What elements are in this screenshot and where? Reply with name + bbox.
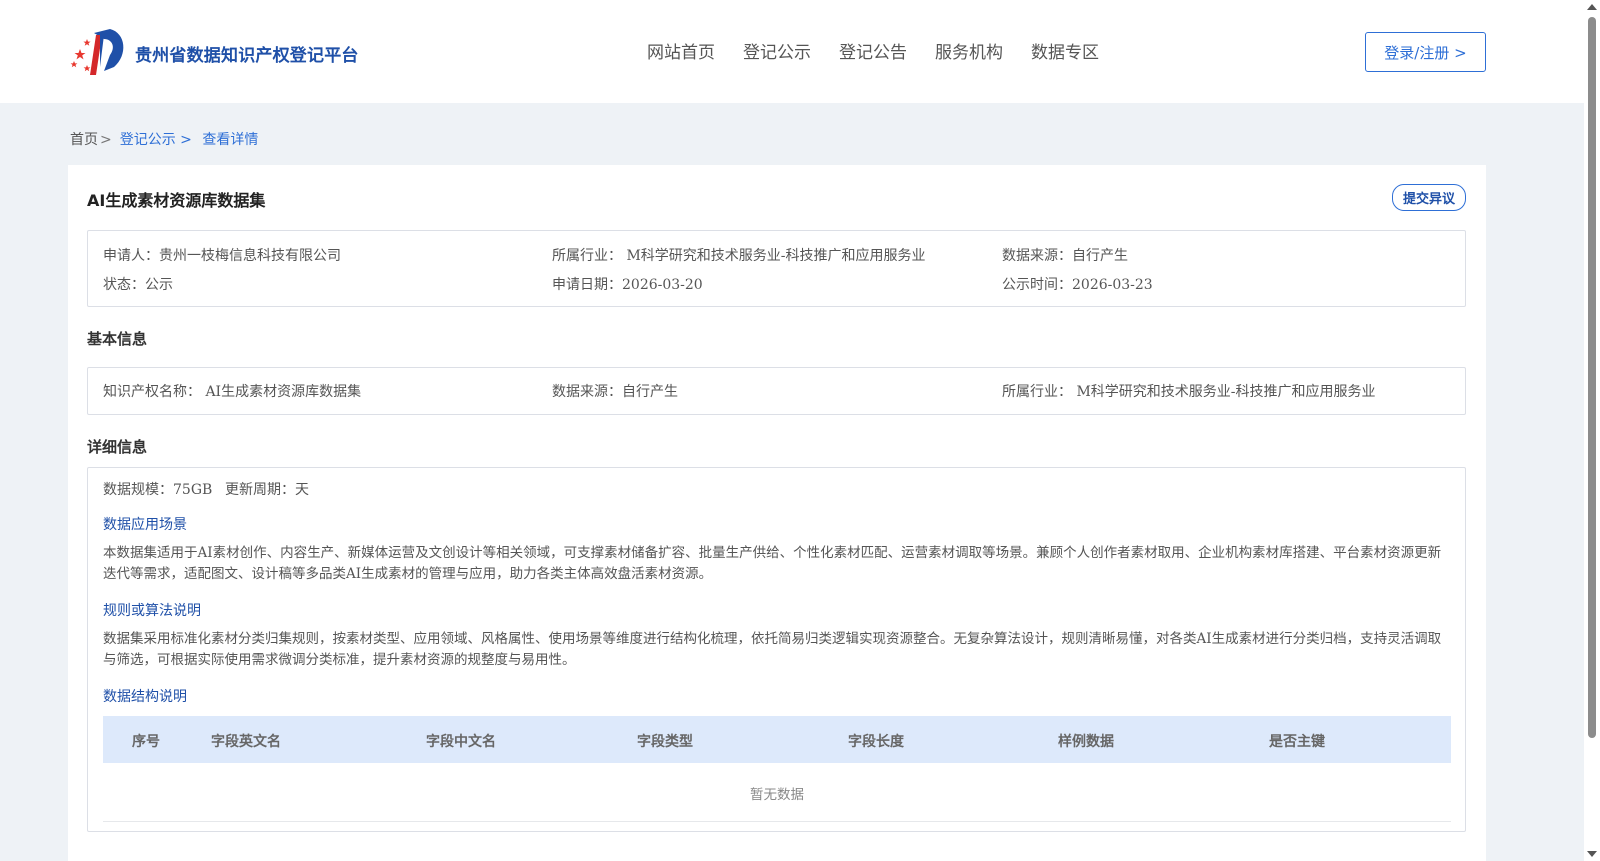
th-field-cn: 字段中文名 bbox=[426, 734, 496, 750]
main-nav: 网站首页 登记公示 登记公告 服务机构 数据专区 bbox=[647, 38, 1127, 63]
submit-objection-button[interactable]: 提交异议 bbox=[1392, 184, 1466, 211]
ip-name-text: 知识产权名称： AI生成素材资源库数据集 bbox=[103, 384, 362, 400]
basic-data-source-text: 数据来源：自行产生 bbox=[552, 384, 678, 400]
apply-date-text: 申请日期：2026-03-20 bbox=[552, 277, 703, 293]
update-cycle-text: 更新周期：天 bbox=[225, 482, 309, 498]
th-primary-key: 是否主键 bbox=[1269, 734, 1325, 750]
th-index: 序号 bbox=[132, 734, 160, 750]
applicant-text: 申请人：贵州一枝梅信息科技有限公司 bbox=[103, 248, 341, 264]
summary-row-2: 状态：公示 申请日期：2026-03-20 公示时间：2026-03-23 bbox=[103, 274, 1453, 294]
login-register-button[interactable]: 登录/注册 > bbox=[1365, 32, 1486, 72]
top-header: 贵州省数据知识产权登记平台 网站首页 登记公示 登记公告 服务机构 数据专区 登… bbox=[0, 0, 1584, 103]
nav-item-data-zone[interactable]: 数据专区 bbox=[1031, 38, 1099, 63]
scroll-down-icon[interactable] bbox=[1587, 851, 1597, 857]
breadcrumb-view-detail[interactable]: 查看详情 bbox=[202, 132, 258, 148]
breadcrumb: 首页 > 登记公示 > 查看详情 bbox=[70, 129, 258, 149]
nav-item-registration-publicity[interactable]: 登记公示 bbox=[743, 38, 811, 63]
scroll-up-icon[interactable] bbox=[1587, 4, 1597, 10]
summary-row-1: 申请人：贵州一枝梅信息科技有限公司 所属行业： M科学研究和技术服务业-科技推广… bbox=[103, 245, 1453, 265]
th-field-type: 字段类型 bbox=[637, 734, 693, 750]
basic-info-row: 知识产权名称： AI生成素材资源库数据集 数据来源：自行产生 所属行业： M科学… bbox=[103, 381, 1453, 401]
breadcrumb-home[interactable]: 首页 bbox=[70, 132, 98, 148]
detail-info-heading: 详细信息 bbox=[87, 438, 148, 456]
page-scrollbar[interactable] bbox=[1584, 0, 1600, 861]
scrollbar-thumb[interactable] bbox=[1588, 17, 1596, 738]
detail-info-box: 数据规模：75GB 更新周期：天 数据应用场景 本数据集适用于AI素材创作、内容… bbox=[87, 467, 1466, 832]
basic-info-box: 知识产权名称： AI生成素材资源库数据集 数据来源：自行产生 所属行业： M科学… bbox=[87, 367, 1466, 415]
rules-heading: 规则或算法说明 bbox=[103, 603, 201, 619]
th-sample-data: 样例数据 bbox=[1058, 734, 1114, 750]
breadcrumb-registration-publicity[interactable]: 登记公示 > bbox=[120, 132, 192, 148]
status-text: 状态：公示 bbox=[103, 277, 173, 293]
breadcrumb-separator: > bbox=[100, 132, 112, 148]
scenario-text: 本数据集适用于AI素材创作、内容生产、新媒体运营及文创设计等相关领域，可支撑素材… bbox=[103, 545, 1442, 582]
nav-item-home[interactable]: 网站首页 bbox=[647, 38, 715, 63]
data-scale-text: 数据规模：75GB bbox=[103, 482, 213, 498]
data-source-text: 数据来源：自行产生 bbox=[1002, 248, 1128, 264]
industry-text: 所属行业： M科学研究和技术服务业-科技推广和应用服务业 bbox=[552, 248, 926, 264]
publish-date-text: 公示时间：2026-03-23 bbox=[1002, 277, 1153, 293]
site-title[interactable]: 贵州省数据知识产权登记平台 bbox=[135, 41, 359, 66]
empty-table-text: 暂无数据 bbox=[103, 764, 1451, 822]
summary-box: 申请人：贵州一枝梅信息科技有限公司 所属行业： M科学研究和技术服务业-科技推广… bbox=[87, 230, 1466, 307]
basic-industry-text: 所属行业： M科学研究和技术服务业-科技推广和应用服务业 bbox=[1002, 384, 1376, 400]
th-field-length: 字段长度 bbox=[848, 734, 904, 750]
nav-item-service-agencies[interactable]: 服务机构 bbox=[935, 38, 1003, 63]
detail-card: AI生成素材资源库数据集 提交异议 申请人：贵州一枝梅信息科技有限公司 所属行业… bbox=[68, 165, 1486, 861]
structure-table-header: 序号 字段英文名 字段中文名 字段类型 字段长度 样例数据 是否主键 bbox=[103, 716, 1451, 763]
basic-info-heading: 基本信息 bbox=[87, 330, 148, 348]
scale-row: 数据规模：75GB 更新周期：天 bbox=[103, 479, 1453, 499]
nav-item-registration-announcement[interactable]: 登记公告 bbox=[839, 38, 907, 63]
page-title: AI生成素材资源库数据集 bbox=[87, 191, 266, 210]
logo-emblem-icon[interactable] bbox=[70, 27, 130, 77]
structure-heading: 数据结构说明 bbox=[103, 689, 187, 705]
rules-text: 数据集采用标准化素材分类归集规则，按素材类型、应用领域、风格属性、使用场景等维度… bbox=[103, 631, 1442, 668]
th-field-en: 字段英文名 bbox=[211, 734, 281, 750]
scenario-heading: 数据应用场景 bbox=[103, 517, 187, 533]
